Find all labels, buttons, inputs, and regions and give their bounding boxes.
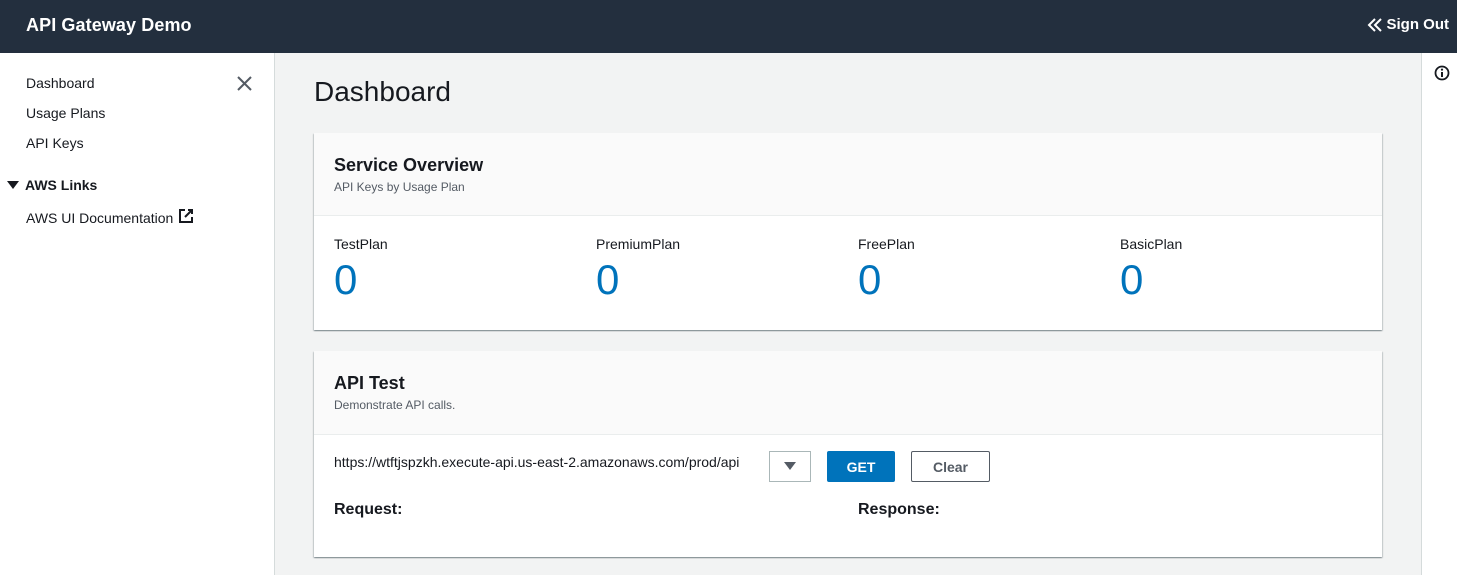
- sidebar-item-usage-plans[interactable]: Usage Plans: [26, 105, 105, 121]
- double-chevron-left-icon: [1367, 17, 1383, 33]
- api-url-text: https://wtftjspzkh.execute-api.us-east-2…: [334, 454, 740, 470]
- sidebar-section-label: AWS Links: [25, 177, 98, 193]
- api-test-card: API Test Demonstrate API calls. https://…: [314, 351, 1382, 557]
- stat-value: 0: [334, 256, 358, 303]
- info-icon[interactable]: [1434, 65, 1450, 86]
- card-description: Demonstrate API calls.: [334, 398, 456, 412]
- sidebar-section-aws-links[interactable]: AWS Links: [7, 177, 97, 193]
- service-overview-card: Service Overview API Keys by Usage Plan …: [314, 133, 1382, 330]
- clear-button[interactable]: Clear: [911, 451, 990, 482]
- get-button[interactable]: GET: [827, 451, 895, 482]
- sidebar-link-aws-ui-documentation[interactable]: AWS UI Documentation: [26, 208, 194, 227]
- stat-basicplan: BasicPlan 0: [1120, 236, 1182, 304]
- stat-testplan: TestPlan 0: [334, 236, 388, 304]
- close-icon[interactable]: [236, 75, 253, 92]
- page-title: Dashboard: [314, 76, 451, 107]
- sign-out-button[interactable]: Sign Out: [1367, 16, 1450, 33]
- card-title: Service Overview: [334, 155, 484, 175]
- caret-down-icon: [784, 458, 796, 476]
- stat-label: BasicPlan: [1120, 236, 1183, 252]
- external-link-icon: [178, 208, 194, 227]
- card-description: API Keys by Usage Plan: [334, 180, 465, 194]
- response-label: Response:: [858, 501, 940, 518]
- stat-label: FreePlan: [858, 236, 915, 252]
- app-title[interactable]: API Gateway Demo: [26, 15, 192, 36]
- path-dropdown[interactable]: [769, 451, 811, 482]
- sidebar-item-api-keys[interactable]: API Keys: [26, 135, 84, 151]
- stat-label: PremiumPlan: [596, 236, 681, 252]
- stat-value: 0: [1120, 256, 1144, 303]
- stat-label: TestPlan: [334, 236, 388, 252]
- top-navigation-bar: API Gateway Demo Sign Out: [0, 0, 1457, 53]
- stat-freeplan: FreePlan 0: [858, 236, 915, 304]
- caret-down-icon: [7, 177, 19, 193]
- card-header: API Test Demonstrate API calls.: [314, 351, 1382, 435]
- sidebar-link-label: AWS UI Documentation: [26, 209, 174, 226]
- stat-value: 0: [596, 256, 620, 303]
- card-title: API Test: [334, 373, 405, 393]
- sidebar-item-dashboard[interactable]: Dashboard: [26, 75, 95, 91]
- side-navigation: Dashboard Usage Plans API Keys AWS Links…: [0, 53, 275, 575]
- sign-out-label: Sign Out: [1386, 16, 1450, 33]
- help-panel-rail: [1421, 53, 1457, 575]
- request-label: Request:: [334, 501, 403, 518]
- stat-premiumplan: PremiumPlan 0: [596, 236, 680, 304]
- stat-value: 0: [858, 256, 882, 303]
- card-header: Service Overview API Keys by Usage Plan: [314, 133, 1382, 216]
